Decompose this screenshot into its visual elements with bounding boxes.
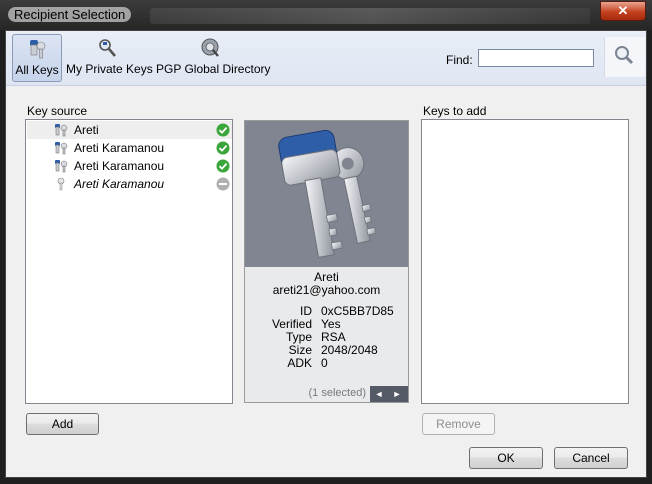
- next-key-button[interactable]: ►: [388, 386, 406, 402]
- keys-icon: [278, 129, 377, 258]
- find-input[interactable]: [478, 49, 594, 67]
- global-directory-icon: [201, 38, 219, 57]
- cancel-button[interactable]: Cancel: [554, 447, 628, 469]
- key-details-panel: Areti areti21@yahoo.com ID 0xC5BB7D85 Ve…: [244, 120, 409, 403]
- key-source-list[interactable]: Areti Areti Karamanou Areti Karamanou Ar…: [25, 119, 233, 404]
- field-label: ADK: [287, 356, 312, 370]
- list-item[interactable]: Areti Karamanou: [27, 175, 232, 193]
- previous-key-button[interactable]: ◄: [370, 386, 388, 402]
- field-value: 2048/2048: [321, 343, 378, 357]
- list-item[interactable]: Areti Karamanou: [27, 139, 232, 157]
- all-keys-label: All Keys: [15, 63, 59, 77]
- key-pair-icon: [55, 142, 68, 155]
- add-button[interactable]: Add: [26, 413, 99, 435]
- keys-to-add-label: Keys to add: [423, 104, 487, 118]
- valid-check-icon: [216, 123, 230, 137]
- toolbar: All Keys My Private Keys PGP Global Dire…: [6, 31, 646, 86]
- key-name: Areti Karamanou: [74, 177, 165, 191]
- keys-to-add-list[interactable]: [421, 119, 629, 404]
- search-icon: [615, 46, 634, 65]
- key-name: Areti: [74, 123, 99, 137]
- field-value: 0: [321, 356, 328, 370]
- key-image: [245, 121, 408, 267]
- valid-check-icon: [216, 141, 230, 155]
- key-name: Areti Karamanou: [74, 141, 165, 155]
- valid-check-icon: [216, 159, 230, 173]
- title-bar: Recipient Selection ✕: [0, 0, 652, 30]
- all-keys-button[interactable]: All Keys: [12, 34, 62, 82]
- invalid-status-icon: [216, 177, 230, 191]
- detail-nav: ◄ ►: [370, 386, 408, 402]
- selection-count: (1 selected): [308, 387, 366, 399]
- key-source-label: Key source: [27, 104, 88, 118]
- keys-icon: [30, 40, 46, 59]
- pgp-global-directory-label: PGP Global Directory: [156, 62, 271, 76]
- key-owner-email: areti21@yahoo.com: [272, 283, 381, 297]
- close-button[interactable]: ✕: [600, 1, 646, 21]
- public-key-icon: [57, 177, 65, 191]
- my-private-keys-label: My Private Keys: [66, 62, 153, 76]
- private-key-search-icon: [99, 39, 116, 57]
- key-name: Areti Karamanou: [74, 159, 165, 173]
- remove-button[interactable]: Remove: [422, 413, 495, 435]
- list-item[interactable]: Areti Karamanou: [27, 157, 232, 175]
- key-pair-icon: [55, 160, 68, 173]
- find-label: Find:: [446, 53, 473, 67]
- key-pair-icon: [55, 124, 68, 137]
- key-owner: Areti areti21@yahoo.com: [245, 271, 408, 297]
- window-title: Recipient Selection: [8, 7, 132, 22]
- search-button[interactable]: [604, 37, 645, 77]
- my-private-keys-button[interactable]: My Private Keys: [66, 34, 153, 80]
- pgp-global-directory-button[interactable]: PGP Global Directory: [156, 34, 271, 80]
- list-item[interactable]: Areti: [27, 121, 232, 139]
- dialog-body: All Keys My Private Keys PGP Global Dire…: [5, 30, 647, 478]
- ok-button[interactable]: OK: [469, 447, 543, 469]
